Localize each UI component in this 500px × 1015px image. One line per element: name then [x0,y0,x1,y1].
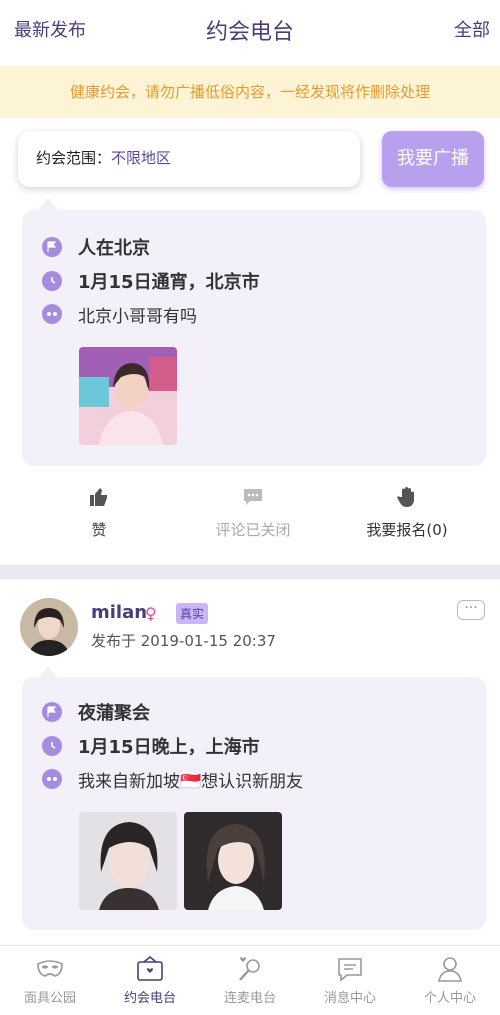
region-filter-label: 约会范围： [36,149,112,167]
post-divider [0,565,500,579]
broadcast-button[interactable]: 我要广播 [382,131,484,187]
microphone-icon [239,957,260,981]
flag-icon [42,237,62,257]
username[interactable]: milan [91,602,147,623]
event-time-place: 1月15日通宵，北京市 [78,272,260,293]
eyes-icon [42,769,62,789]
thumbs-up-icon [90,488,107,506]
eyes-icon [42,304,62,324]
tab-profile[interactable]: 个人中心 [400,946,500,1015]
top-bar: 最新发布 约会电台 全部 [0,0,500,66]
post-actions: 赞 评论已关闭 我要报名(0) [0,485,500,555]
avatar[interactable] [20,598,78,656]
tab-label: 连麦电台 [223,991,276,1006]
bottom-tab-bar: 面具公园 约会电台 连麦电台 消息中心 个人中心 [0,945,500,1015]
signup-label: 我要报名(0) [366,521,448,539]
post-photo[interactable] [79,812,177,910]
mask-icon [37,960,63,977]
comment-icon [244,489,262,505]
raised-hand-icon [397,487,414,507]
event-message-row: 北京小哥哥有吗 [42,301,197,327]
post-author: milan ♀ 真实 发布于 2019-01-15 20:37 ··· [20,598,485,658]
like-button[interactable]: 赞 [29,485,169,540]
event-title-row: 夜蒲聚会 [42,699,150,725]
clock-icon [42,736,62,756]
tab-mask-park[interactable]: 面具公园 [0,946,100,1015]
signup-button[interactable]: 我要报名(0) [337,485,477,540]
notice-banner: 健康约会，请勿广播低俗内容，一经发现将作删除处理 [0,66,500,118]
card-pointer [38,198,58,210]
post-timestamp: 发布于 2019-01-15 20:37 [91,632,276,650]
broadcast-card: 人在北京 1月15日通宵，北京市 北京小哥哥有吗 [22,210,486,466]
more-options-button[interactable]: ··· [457,600,485,620]
tab-label: 约会电台 [123,991,176,1006]
tab-dating-radio[interactable]: 约会电台 [100,946,200,1015]
event-time-row: 1月15日晚上，上海市 [42,733,260,759]
flag-icon [42,702,62,722]
broadcast-card: 夜蒲聚会 1月15日晚上，上海市 我来自新加坡🇸🇬想认识新朋友 [22,677,486,930]
event-message: 我来自新加坡🇸🇬想认识新朋友 [78,771,304,792]
like-label: 赞 [91,521,107,539]
event-time-row: 1月15日通宵，北京市 [42,268,260,294]
event-message-row: 我来自新加坡🇸🇬想认识新朋友 [42,766,303,792]
event-title: 夜蒲聚会 [78,703,150,724]
post-photo[interactable] [79,347,177,445]
person-icon [438,957,462,982]
message-icon [338,958,362,982]
event-title: 人在北京 [78,238,150,259]
post-photo[interactable] [184,812,282,910]
comments-closed-label: 评论已关闭 [215,521,291,539]
female-icon: ♀ [145,604,157,623]
tab-label: 个人中心 [423,991,476,1006]
tab-messages[interactable]: 消息中心 [300,946,400,1015]
filter-all-button[interactable]: 全部 [454,16,490,42]
event-message: 北京小哥哥有吗 [78,306,197,327]
clock-icon [42,271,62,291]
tab-label: 面具公园 [23,991,76,1006]
comments-closed: 评论已关闭 [183,485,323,540]
region-filter[interactable]: 约会范围：不限地区 [18,131,360,187]
radio-icon [137,955,163,981]
region-filter-value: 不限地区 [111,149,172,167]
page-title: 约会电台 [205,20,294,45]
event-time-place: 1月15日晚上，上海市 [78,737,260,758]
verified-badge: 真实 [176,603,209,624]
tab-mic-radio[interactable]: 连麦电台 [200,946,300,1015]
event-title-row: 人在北京 [42,234,150,260]
tab-label: 消息中心 [323,991,376,1006]
